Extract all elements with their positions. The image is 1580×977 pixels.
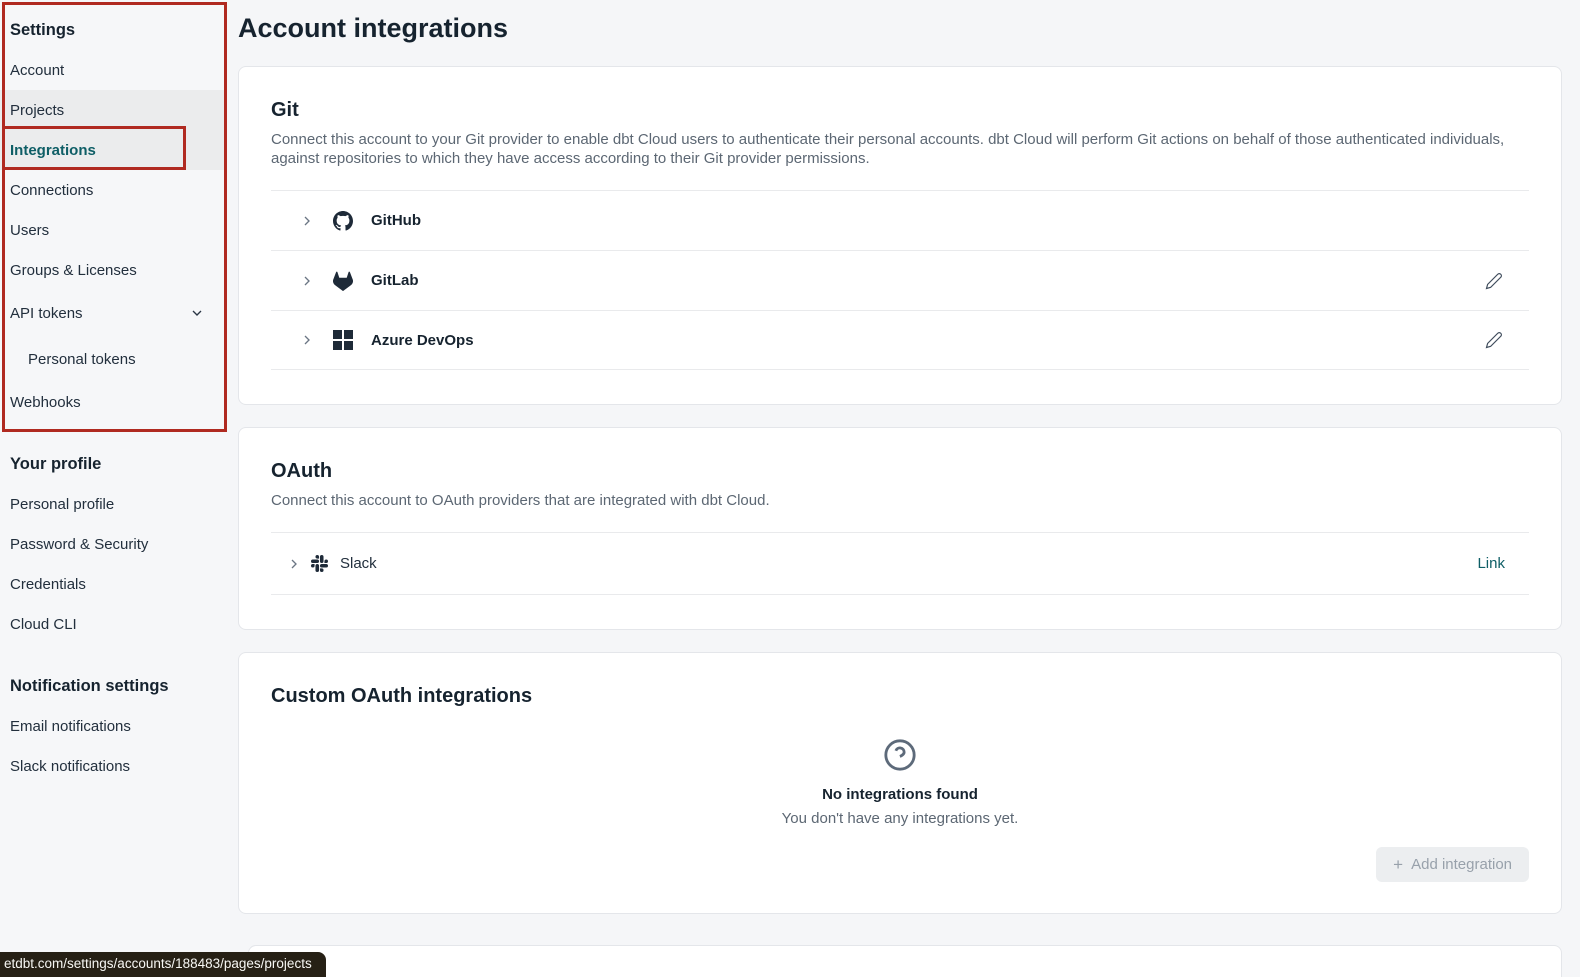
- sidebar-item-credentials[interactable]: Credentials: [0, 564, 227, 604]
- sidebar-item-personal-profile[interactable]: Personal profile: [0, 484, 227, 524]
- azure-devops-icon: [333, 330, 353, 350]
- sidebar-item-slack-notifications[interactable]: Slack notifications: [0, 746, 227, 786]
- custom-oauth-card-title: Custom OAuth integrations: [271, 685, 1529, 708]
- git-card-description: Connect this account to your Git provide…: [271, 130, 1521, 168]
- git-provider-row-gitlab[interactable]: GitLab: [271, 250, 1529, 310]
- custom-oauth-card: Custom OAuth integrations No integration…: [238, 652, 1562, 914]
- empty-state-title: No integrations found: [822, 786, 978, 803]
- oauth-card-title: OAuth: [271, 460, 1529, 483]
- git-provider-row-azure-devops[interactable]: Azure DevOps: [271, 310, 1529, 370]
- git-provider-list: GitHub GitLab: [271, 190, 1529, 370]
- custom-oauth-card-footer: + Add integration: [271, 827, 1529, 913]
- git-card-title: Git: [271, 99, 1529, 122]
- sidebar-item-webhooks[interactable]: Webhooks: [0, 382, 227, 422]
- sidebar-nav: Settings Account Projects Integrations C…: [0, 0, 227, 786]
- git-provider-name: GitLab: [371, 272, 419, 289]
- oauth-provider-row-slack[interactable]: Slack Link: [271, 532, 1529, 595]
- github-icon: [333, 211, 353, 231]
- plus-icon: +: [1393, 856, 1403, 873]
- sidebar-item-users[interactable]: Users: [0, 210, 227, 250]
- oauth-provider-name: Slack: [340, 555, 377, 572]
- pencil-icon: [1485, 331, 1503, 349]
- settings-sidebar: Settings Account Projects Integrations C…: [0, 0, 230, 977]
- app-root: Settings Account Projects Integrations C…: [0, 0, 1580, 977]
- git-provider-name: GitHub: [371, 212, 421, 229]
- oauth-provider-list: Slack Link: [271, 532, 1529, 595]
- sidebar-item-cloud-cli[interactable]: Cloud CLI: [0, 604, 227, 644]
- slack-icon: [311, 555, 328, 572]
- sidebar-header-settings: Settings: [0, 10, 227, 50]
- sidebar-item-groups-licenses[interactable]: Groups & Licenses: [0, 250, 227, 290]
- chevron-right-icon[interactable]: [299, 332, 315, 348]
- edit-gitlab-button[interactable]: [1483, 270, 1505, 292]
- sidebar-item-label: API tokens: [10, 305, 83, 322]
- sidebar-header-your-profile: Your profile: [0, 444, 227, 484]
- sidebar-item-account[interactable]: Account: [0, 50, 227, 90]
- sidebar-item-projects[interactable]: Projects: [0, 90, 227, 130]
- sidebar-item-email-notifications[interactable]: Email notifications: [0, 706, 227, 746]
- slack-link-button[interactable]: Link: [1477, 555, 1505, 572]
- sidebar-item-api-tokens[interactable]: API tokens: [0, 290, 227, 336]
- oauth-card: OAuth Connect this account to OAuth prov…: [238, 427, 1562, 630]
- next-card-partial: [248, 945, 1562, 977]
- sidebar-item-integrations[interactable]: Integrations: [0, 130, 227, 170]
- sidebar-item-password-security[interactable]: Password & Security: [0, 524, 227, 564]
- oauth-card-description: Connect this account to OAuth providers …: [271, 491, 1521, 510]
- status-bar-url: etdbt.com/settings/accounts/188483/pages…: [0, 952, 326, 977]
- page-title: Account integrations: [238, 13, 1562, 44]
- empty-state-subtitle: You don't have any integrations yet.: [782, 810, 1019, 827]
- help-circle-icon: [883, 738, 917, 777]
- git-provider-row-github[interactable]: GitHub: [271, 190, 1529, 250]
- chevron-right-icon[interactable]: [299, 213, 315, 229]
- empty-state: No integrations found You don't have any…: [271, 738, 1529, 827]
- chevron-down-icon: [189, 305, 205, 321]
- add-integration-button[interactable]: + Add integration: [1376, 847, 1529, 882]
- add-integration-label: Add integration: [1411, 856, 1512, 873]
- sidebar-item-personal-tokens[interactable]: Personal tokens: [0, 336, 227, 382]
- sidebar-header-notification-settings: Notification settings: [0, 666, 227, 706]
- git-card: Git Connect this account to your Git pro…: [238, 66, 1562, 405]
- gitlab-icon: [333, 271, 353, 291]
- sidebar-item-connections[interactable]: Connections: [0, 170, 227, 210]
- pencil-icon: [1485, 272, 1503, 290]
- chevron-right-icon[interactable]: [286, 556, 302, 572]
- edit-azure-devops-button[interactable]: [1483, 329, 1505, 351]
- chevron-right-icon[interactable]: [299, 273, 315, 289]
- git-provider-name: Azure DevOps: [371, 332, 474, 349]
- main-content: Account integrations Git Connect this ac…: [230, 0, 1580, 977]
